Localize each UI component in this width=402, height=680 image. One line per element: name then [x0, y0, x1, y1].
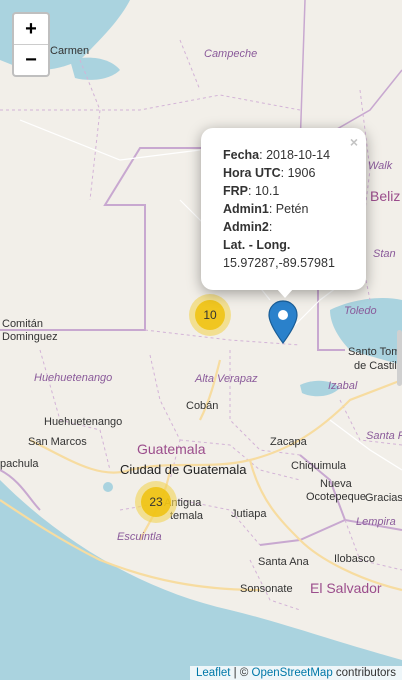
zoom-control: + − [12, 12, 50, 77]
cluster-marker[interactable]: 10 [189, 294, 231, 336]
info-popup: × Fecha: 2018-10-14 Hora UTC: 1906 FRP: … [201, 128, 366, 290]
map-pin-icon[interactable] [268, 300, 298, 349]
attribution: Leaflet | © OpenStreetMap contributors [189, 666, 402, 680]
label-stan: Stan [373, 248, 396, 260]
label-zacapa: Zacapa [270, 436, 307, 448]
zoom-in-button[interactable]: + [14, 14, 48, 44]
label-dominguez: Dominguez [2, 331, 58, 343]
label-coban: Cobán [186, 400, 219, 412]
label-ocotepeque: Ocotepeque [306, 491, 366, 503]
fecha-value: 2018-10-14 [266, 148, 331, 162]
label-huehuetenango-city: Huehuetenango [44, 416, 123, 428]
label-huehuetenango-dept: Huehuetenango [34, 372, 113, 384]
label-ciudad-de-guatemala: Ciudad de Guatemala [120, 462, 247, 477]
latlong-label: Lat. - Long. [223, 238, 291, 252]
label-nueva: Nueva [320, 478, 352, 490]
fecha-label: Fecha [223, 148, 260, 162]
label-campeche: Campeche [204, 48, 258, 60]
label-santa-r: Santa R [366, 430, 402, 442]
zoom-out-button[interactable]: − [14, 44, 48, 75]
popup-tip [276, 288, 294, 298]
frp-value: 10.1 [254, 184, 280, 198]
attribution-separator: | © [230, 667, 252, 679]
label-toledo: Toledo [344, 305, 377, 317]
label-santo-tomas: Santo Tom [348, 346, 401, 358]
label-lempira: Lempira [356, 516, 396, 528]
label-san-marcos: San Marcos [28, 436, 87, 448]
admin1-label: Admin1 [223, 202, 269, 216]
admin1-value: Petén [275, 202, 309, 216]
label-ilobasco: Ilobasco [334, 553, 375, 565]
label-beliz: Beliz [370, 188, 401, 204]
osm-link[interactable]: OpenStreetMap [252, 667, 333, 679]
label-izabal: Izabal [328, 380, 358, 392]
hora-value: 1906 [287, 166, 316, 180]
attribution-contributors: contributors [332, 667, 396, 679]
hora-label: Hora UTC [223, 166, 281, 180]
label-de-castilla: de Castil [354, 360, 397, 372]
label-santa-ana: Santa Ana [258, 556, 309, 568]
admin2-label: Admin2 [223, 220, 269, 234]
label-carmen: Carmen [50, 45, 90, 57]
label-guatemala-country: Guatemala [137, 441, 206, 457]
label-comitan: Comitán [2, 318, 43, 330]
label-sonsonate: Sonsonate [240, 583, 293, 595]
popup-content: Fecha: 2018-10-14 Hora UTC: 1906 FRP: 10… [223, 148, 335, 270]
map-canvas[interactable]: ciudad Carmen Campeche Walk Beliz Stan T… [0, 0, 402, 680]
cluster-count: 10 [195, 300, 225, 330]
label-guatemala-partial: temala [170, 510, 204, 522]
latlong-value: 15.97287,-89.57981 [223, 256, 335, 270]
cluster-count: 23 [141, 487, 171, 517]
label-el-salvador: El Salvador [310, 580, 382, 596]
label-escuintla: Escuintla [117, 531, 162, 543]
label-walk: Walk [368, 160, 393, 172]
cluster-marker[interactable]: 23 [135, 481, 177, 523]
label-gracias: Gracias [365, 492, 402, 504]
scrollbar-handle[interactable] [397, 330, 402, 386]
label-jutiapa: Jutiapa [231, 508, 267, 520]
frp-label: FRP [223, 184, 248, 198]
label-alta-verapaz: Alta Verapaz [195, 373, 258, 385]
leaflet-link[interactable]: Leaflet [196, 667, 231, 679]
close-icon[interactable]: × [350, 134, 358, 150]
label-chiquimula: Chiquimula [291, 460, 347, 472]
label-pachula: pachula [0, 458, 39, 470]
map-basemap [0, 0, 402, 680]
